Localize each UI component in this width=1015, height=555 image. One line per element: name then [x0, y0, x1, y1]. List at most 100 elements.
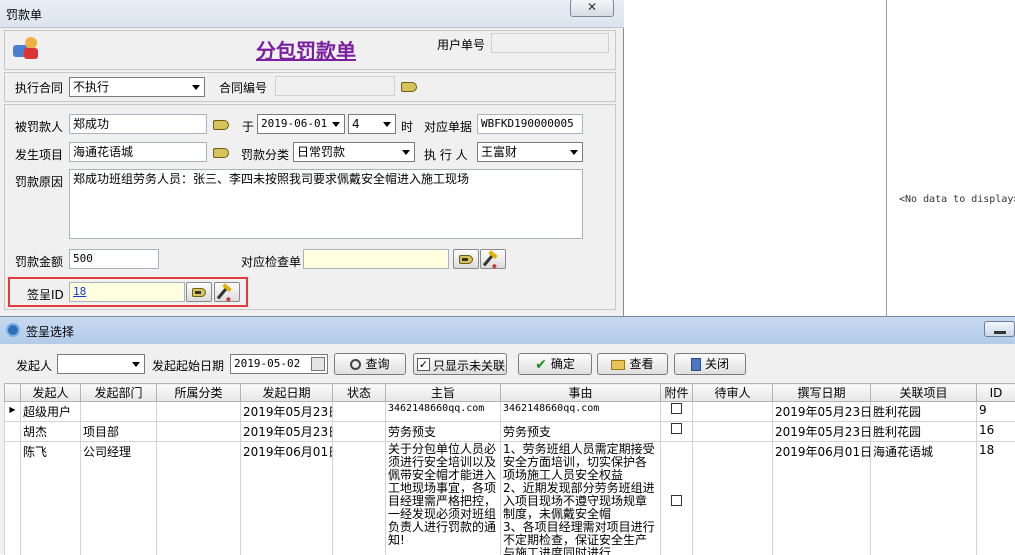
contract-panel: 执行合同 不执行 合同编号 — [4, 72, 616, 102]
view-button[interactable]: 查看 — [597, 353, 668, 375]
column-header[interactable]: 撰写日期 — [773, 384, 871, 402]
checkbox-icon — [671, 423, 682, 434]
inspection-field[interactable] — [303, 249, 449, 269]
cell-project: 胜利花园 — [871, 402, 977, 422]
row-indicator — [5, 422, 21, 442]
contract-no-field[interactable] — [275, 76, 395, 96]
pointing-hand-icon[interactable] — [401, 82, 417, 92]
initiator-select[interactable] — [57, 354, 145, 374]
chevron-down-icon — [332, 122, 340, 127]
confirm-label: 确定 — [551, 357, 575, 371]
confirm-button[interactable]: ✔确定 — [518, 353, 592, 375]
cell-attachment[interactable] — [661, 442, 693, 555]
ref-doc-field[interactable]: WBFKD190000005 — [477, 114, 583, 134]
exec-contract-select[interactable]: 不执行 — [69, 77, 205, 97]
cell-category — [157, 422, 241, 442]
executor-select[interactable]: 王富财 — [477, 142, 583, 162]
query-button[interactable]: 查询 — [334, 353, 406, 375]
only-unlinked-toggle[interactable]: ✓ 只显示未关联 — [413, 353, 507, 375]
hour-select[interactable]: 4 — [348, 114, 396, 134]
form-title: 分包罚款单 — [256, 35, 356, 64]
column-header[interactable]: 发起人 — [21, 384, 81, 402]
exit-door-icon — [691, 358, 701, 371]
category-value: 日常罚款 — [297, 145, 345, 159]
column-header[interactable]: 状态 — [333, 384, 386, 402]
reason-textarea[interactable]: 郑成功班组劳务人员：张三、李四未按照我司要求佩戴安全帽进入施工现场 — [69, 169, 583, 239]
cell-attachment[interactable] — [661, 422, 693, 442]
column-header[interactable]: 待审人 — [693, 384, 773, 402]
close-button[interactable]: 关闭 — [674, 353, 746, 375]
start-date-picker[interactable]: 2019-05-02 — [230, 354, 328, 374]
amount-field[interactable]: 500 — [69, 249, 159, 269]
pointing-hand-icon[interactable] — [213, 148, 229, 158]
table-row[interactable]: 陈飞 公司经理 2019年06月01日 关于分包单位人员必须进行安全培训以及佩带… — [5, 442, 1015, 555]
date-value: 2019-06-01 — [261, 117, 327, 130]
chevron-down-icon — [192, 85, 200, 90]
cell-dept: 公司经理 — [81, 442, 157, 555]
cell-initiator: 超级用户 — [21, 402, 81, 422]
cell-subject: 3462148660qq.com — [386, 402, 501, 422]
cell-date: 2019年06月01日 — [241, 442, 333, 555]
pointing-hand-icon[interactable] — [213, 120, 229, 130]
user-no-field[interactable] — [491, 33, 609, 53]
cell-attachment[interactable] — [661, 402, 693, 422]
cell-status — [333, 442, 386, 555]
select-inspection-button[interactable] — [453, 249, 479, 269]
clear-sign-button[interactable] — [214, 282, 240, 302]
users-icon — [11, 35, 41, 61]
window-title: 罚款单 — [6, 6, 42, 23]
cell-project: 胜利花园 — [871, 422, 977, 442]
category-label: 罚款分类 — [241, 146, 289, 163]
detail-grid-panel: <No data to display> — [886, 0, 1015, 320]
close-label: 关闭 — [705, 357, 729, 371]
column-header[interactable]: 所属分类 — [157, 384, 241, 402]
column-header[interactable]: ID — [977, 384, 1015, 402]
table-row[interactable]: ▶ 超级用户 2019年05月23日 3462148660qq.com 3462… — [5, 402, 1015, 422]
cell-project: 海通花语城 — [871, 442, 977, 555]
app-logo-icon — [6, 323, 20, 337]
reason-label: 罚款原因 — [15, 173, 63, 190]
select-sign-button[interactable] — [186, 282, 212, 302]
minimize-button[interactable] — [984, 321, 1015, 337]
row-indicator-header — [5, 384, 21, 402]
cell-reason: 劳务预支 — [501, 422, 661, 442]
sign-id-field[interactable]: 18 — [69, 282, 185, 302]
chevron-down-icon — [132, 362, 140, 367]
column-header[interactable]: 主旨 — [386, 384, 501, 402]
project-field[interactable]: 海通花语城 — [69, 142, 207, 162]
penalty-form-window: 罚款单 ✕ 分包罚款单 用户单号 执行合同 不执行 合同编号 被罚款人 郑成功 … — [0, 0, 624, 322]
column-header[interactable]: 事由 — [501, 384, 661, 402]
date-picker[interactable]: 2019-06-01 — [257, 114, 345, 134]
column-header[interactable]: 附件 — [661, 384, 693, 402]
close-window-button[interactable]: ✕ — [570, 0, 614, 17]
column-header[interactable]: 发起部门 — [81, 384, 157, 402]
exec-contract-value: 不执行 — [73, 80, 109, 94]
clear-inspection-button[interactable] — [480, 249, 506, 269]
table-row[interactable]: 胡杰 项目部 2019年05月23日 劳务预支 劳务预支 2019年05月23日… — [5, 422, 1015, 442]
cell-subject: 关于分包单位人员必须进行安全培训以及佩带安全帽才能进入工地现场事宜，各项目经理需… — [386, 442, 501, 555]
initiator-label: 发起人 — [16, 357, 52, 374]
cell-category — [157, 442, 241, 555]
chevron-down-icon — [570, 150, 578, 155]
category-select[interactable]: 日常罚款 — [293, 142, 415, 162]
row-indicator — [5, 442, 21, 555]
cell-reason: 1、劳务班组人员需定期接受安全方面培训，切实保护各项场施工人员安全权益 2、近期… — [501, 442, 661, 555]
hour-value: 4 — [352, 117, 360, 131]
calendar-icon — [311, 357, 325, 371]
amount-label: 罚款金额 — [15, 253, 63, 270]
cell-id: 16 — [977, 422, 1015, 442]
executor-label: 执 行 人 — [424, 146, 468, 163]
dialog-title: 签呈选择 — [26, 323, 74, 340]
ref-doc-label: 对应单据 — [424, 118, 472, 135]
cell-category — [157, 402, 241, 422]
cell-write-date: 2019年05月23日 — [773, 422, 871, 442]
no-data-text: <No data to display> — [899, 194, 1015, 205]
column-header[interactable]: 关联项目 — [871, 384, 977, 402]
cell-write-date: 2019年05月23日 — [773, 402, 871, 422]
chevron-down-icon — [402, 150, 410, 155]
penalized-field[interactable]: 郑成功 — [69, 114, 207, 134]
sign-id-label: 签呈ID — [27, 286, 64, 303]
column-header[interactable]: 发起日期 — [241, 384, 333, 402]
cell-pending — [693, 442, 773, 555]
cell-status — [333, 422, 386, 442]
